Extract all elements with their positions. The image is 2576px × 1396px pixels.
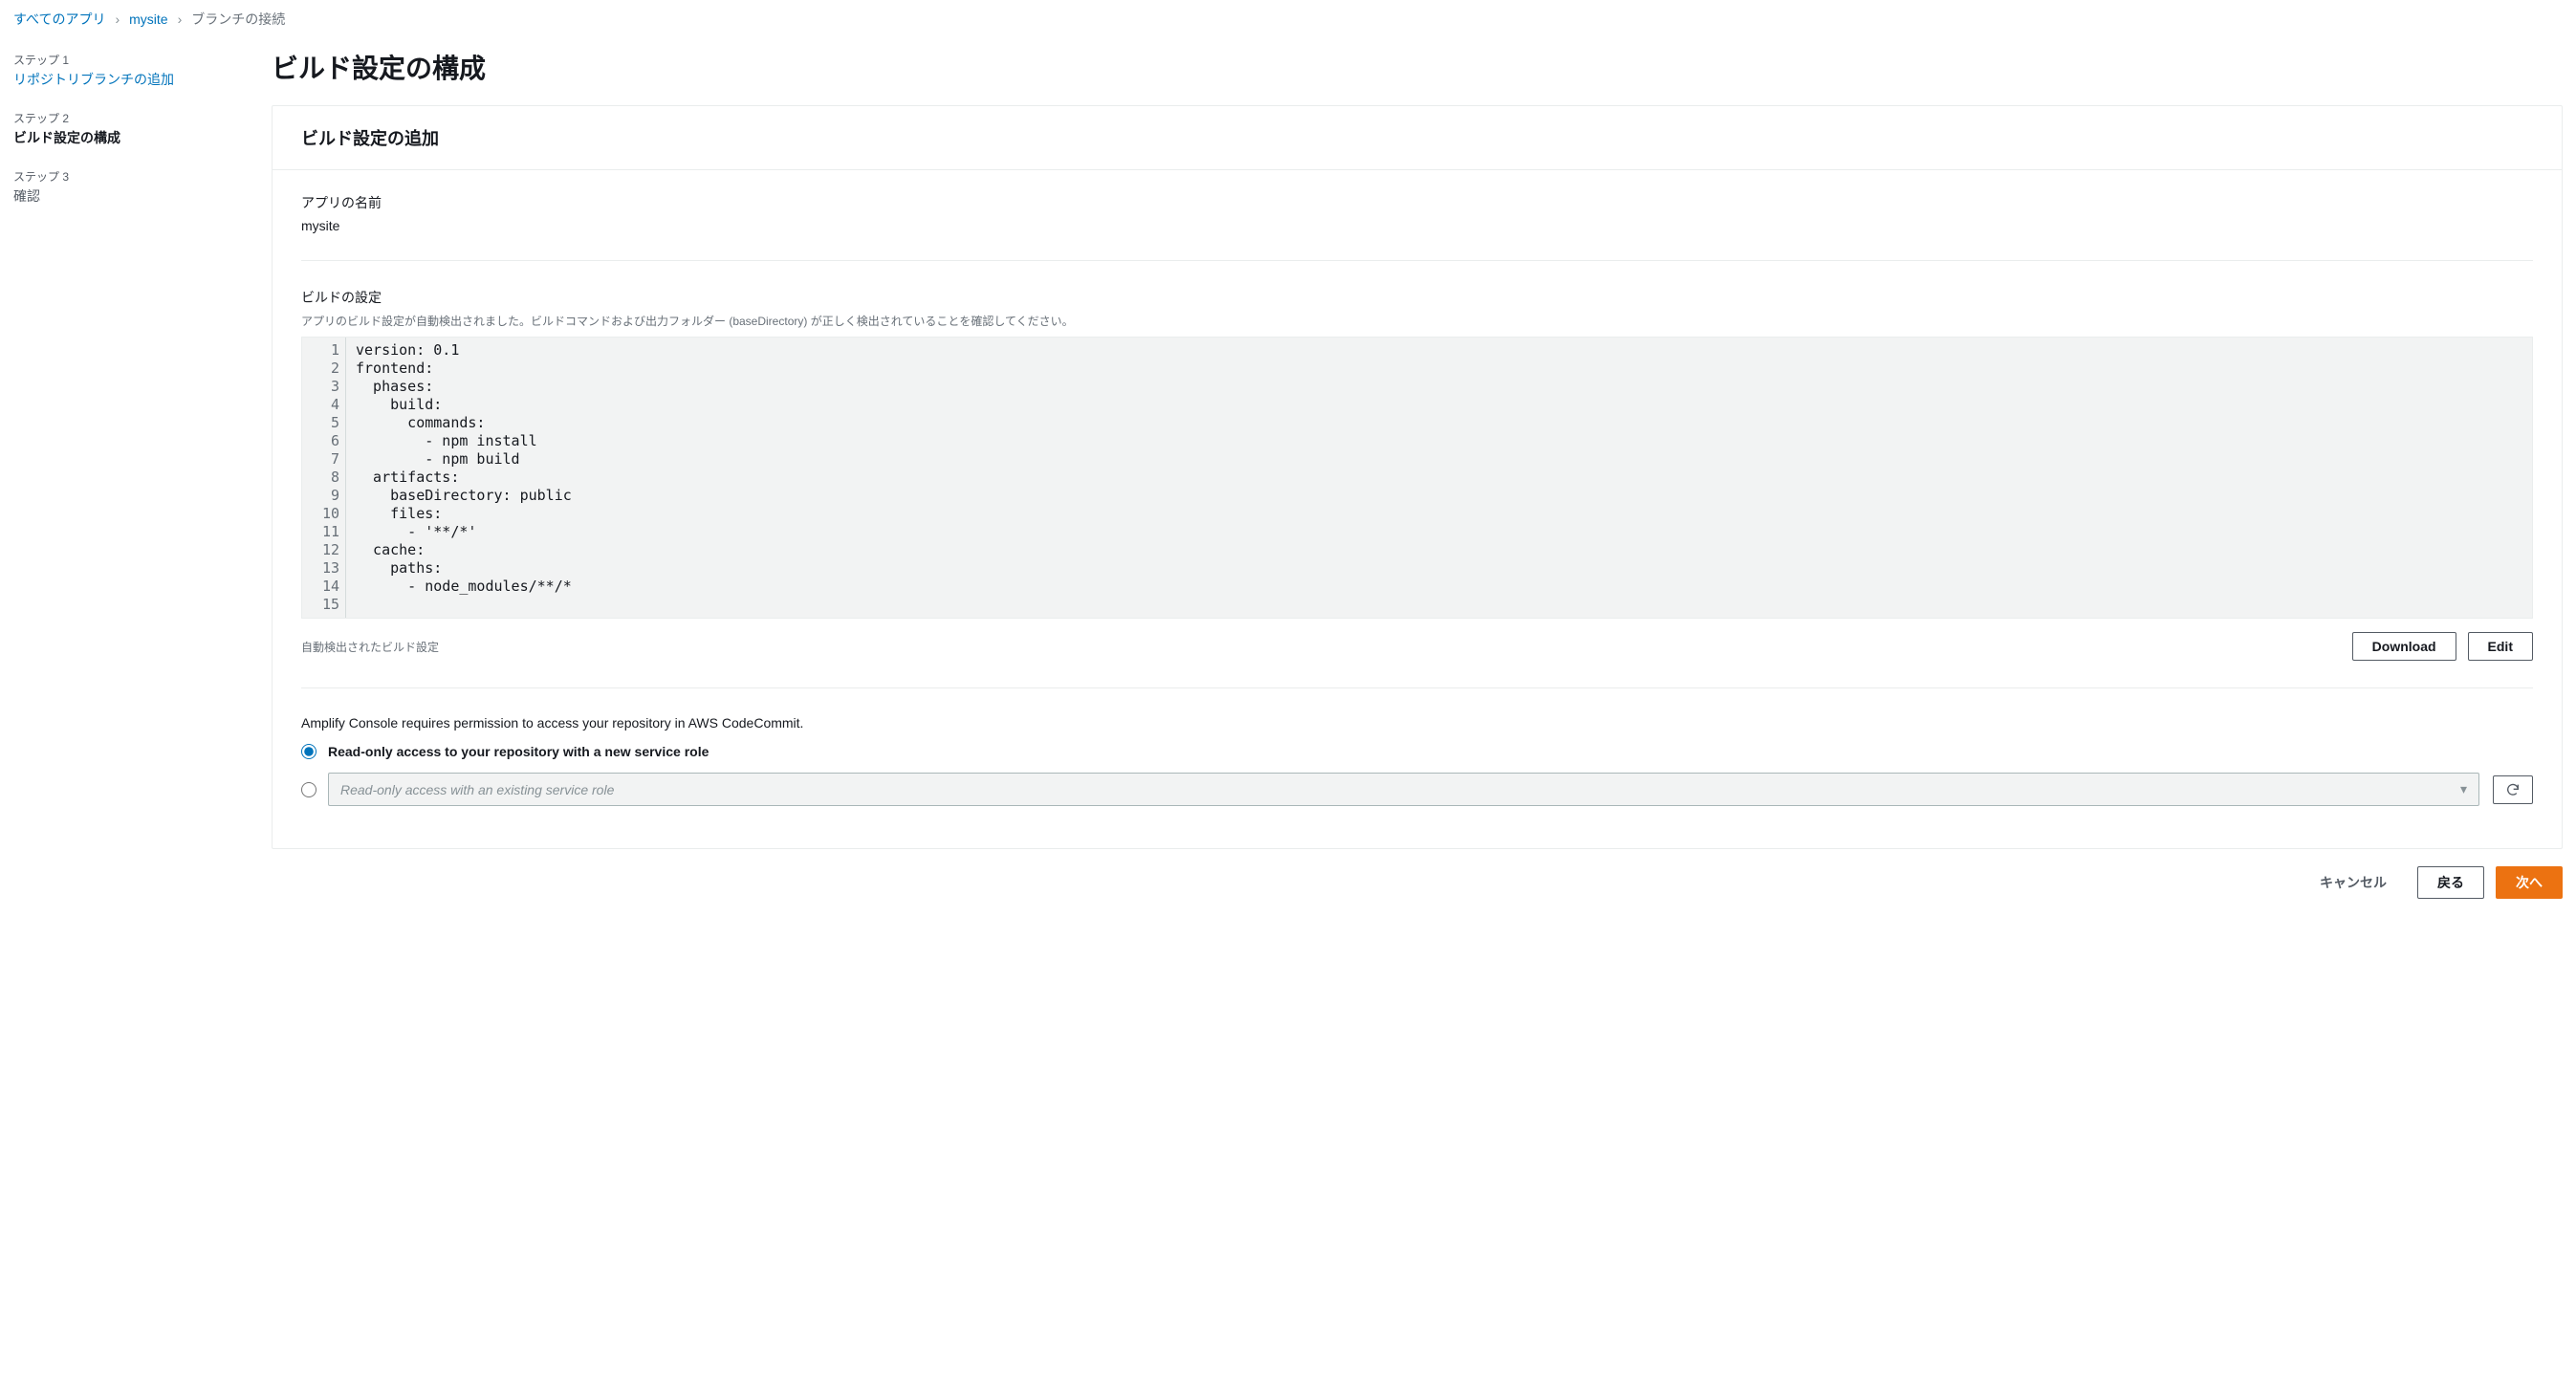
step-title: 確認 — [13, 186, 233, 206]
permission-description: Amplify Console requires permission to a… — [301, 715, 2533, 731]
step-1[interactable]: ステップ 1 リポジトリブランチの追加 — [13, 52, 233, 89]
breadcrumb: すべてのアプリ › mysite › ブランチの接続 — [13, 10, 2563, 29]
radio-label: Read-only access to your repository with… — [328, 744, 709, 759]
step-2: ステップ 2 ビルド設定の構成 — [13, 110, 233, 147]
caret-down-icon: ▾ — [2460, 781, 2467, 797]
app-name-label: アプリの名前 — [301, 193, 2533, 212]
auto-detected-label: 自動検出されたビルド設定 — [301, 639, 439, 655]
divider — [301, 260, 2533, 261]
chevron-right-icon: › — [178, 11, 183, 27]
panel-header: ビルド設定の追加 — [273, 106, 2562, 170]
step-label: ステップ 1 — [13, 52, 233, 68]
step-title: ビルド設定の構成 — [13, 128, 233, 147]
cancel-button[interactable]: キャンセル — [2301, 866, 2406, 899]
wizard-sidebar: ステップ 1 リポジトリブランチの追加 ステップ 2 ビルド設定の構成 ステップ… — [13, 48, 233, 910]
download-button[interactable]: Download — [2352, 632, 2456, 661]
page-title: ビルド設定の構成 — [272, 48, 2563, 86]
breadcrumb-app-link[interactable]: mysite — [129, 11, 167, 27]
step-label: ステップ 3 — [13, 168, 233, 185]
build-settings-label: ビルドの設定 — [301, 288, 2533, 307]
radio-input-new[interactable] — [301, 744, 317, 759]
step-3: ステップ 3 確認 — [13, 168, 233, 206]
wizard-actions: キャンセル 戻る 次へ — [272, 849, 2563, 910]
existing-role-select: Read-only access with an existing servic… — [328, 773, 2479, 806]
step-title: リポジトリブランチの追加 — [13, 70, 233, 89]
radio-new-service-role[interactable]: Read-only access to your repository with… — [301, 744, 2533, 759]
next-button[interactable]: 次へ — [2496, 866, 2563, 899]
chevron-right-icon: › — [115, 11, 120, 27]
build-settings-desc: アプリのビルド設定が自動検出されました。ビルドコマンドおよび出力フォルダー (b… — [301, 313, 2533, 329]
back-button[interactable]: 戻る — [2417, 866, 2484, 899]
breadcrumb-all-apps[interactable]: すべてのアプリ — [13, 10, 105, 29]
radio-input-existing[interactable] — [301, 782, 317, 797]
yaml-editor[interactable]: 123456789101112131415 version: 0.1fronte… — [301, 337, 2533, 619]
app-name-value: mysite — [301, 218, 2533, 233]
refresh-icon — [2505, 782, 2521, 797]
breadcrumb-current: ブランチの接続 — [191, 10, 285, 29]
divider — [301, 687, 2533, 688]
radio-existing-service-role[interactable]: Read-only access with an existing servic… — [301, 773, 2533, 806]
build-settings-panel: ビルド設定の追加 アプリの名前 mysite ビルドの設定 アプリのビルド設定が… — [272, 105, 2563, 849]
code-content[interactable]: version: 0.1frontend: phases: build: com… — [346, 338, 2532, 618]
line-gutter: 123456789101112131415 — [302, 338, 346, 618]
step-label: ステップ 2 — [13, 110, 233, 126]
refresh-button[interactable] — [2493, 775, 2533, 804]
select-placeholder: Read-only access with an existing servic… — [340, 782, 614, 797]
edit-button[interactable]: Edit — [2468, 632, 2533, 661]
